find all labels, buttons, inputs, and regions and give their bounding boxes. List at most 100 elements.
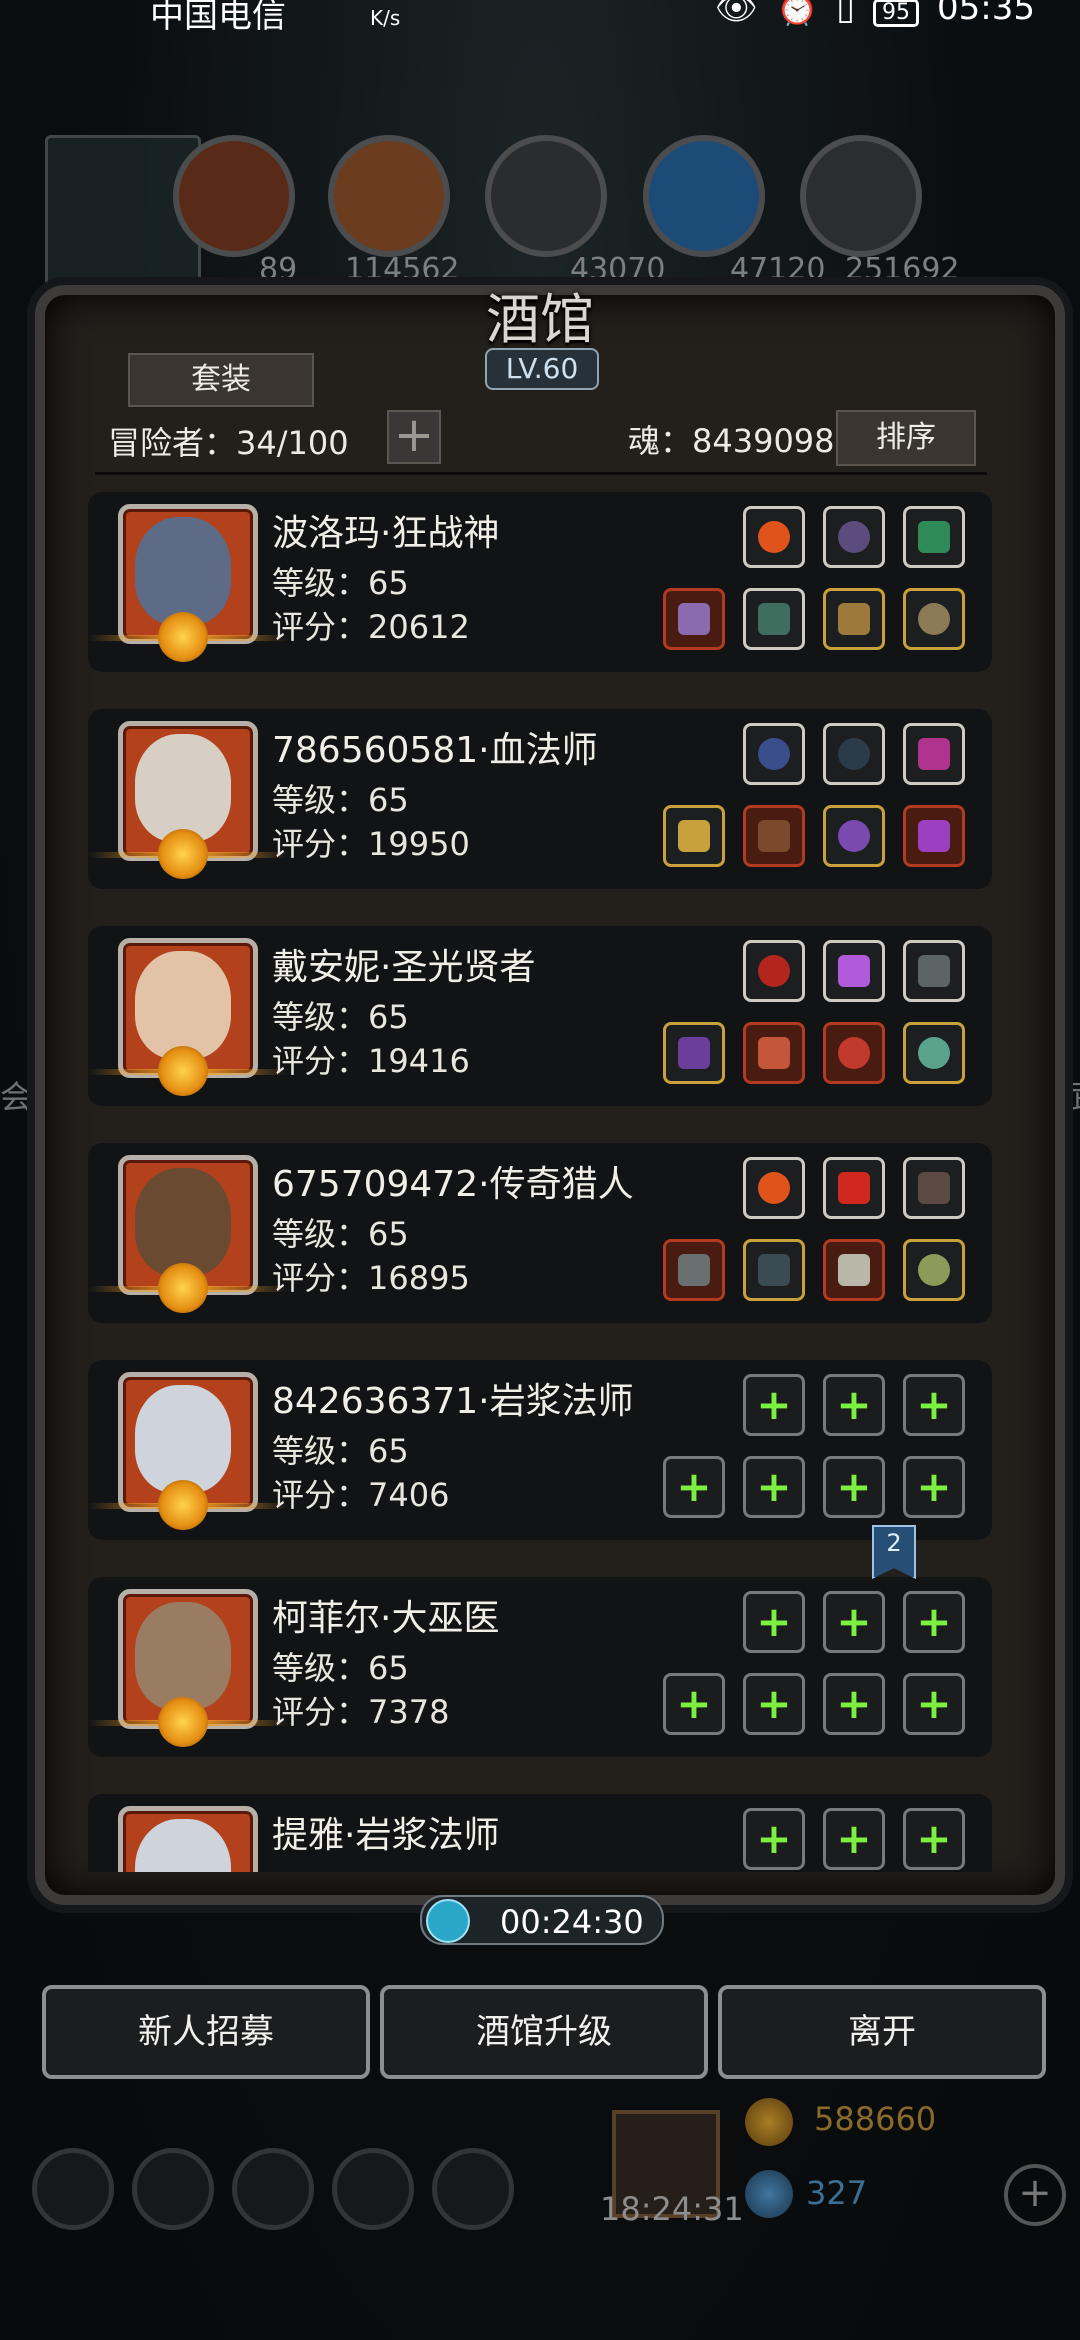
- blade-icon[interactable]: [903, 940, 965, 1002]
- pendant-icon[interactable]: [903, 805, 965, 867]
- status-right-group: 👁 ⏰ ▯ 95 05:35: [715, 0, 1035, 28]
- rank-medal-icon: [158, 1046, 208, 1096]
- upgrade-tavern-button[interactable]: 酒馆升级: [380, 1985, 708, 2079]
- empty-slot-plus-icon[interactable]: +: [663, 1673, 725, 1735]
- iron-icon: [800, 135, 922, 257]
- empty-slot-plus-icon[interactable]: +: [823, 1808, 885, 1870]
- rank-medal-icon: [158, 829, 208, 879]
- holy-armor-icon[interactable]: [743, 1022, 805, 1084]
- add-currency-button[interactable]: +: [1004, 2164, 1066, 2226]
- empty-slot-plus-icon[interactable]: +: [743, 1456, 805, 1518]
- empty-slot-plus-icon[interactable]: +: [903, 1808, 965, 1870]
- feather-icon[interactable]: [903, 1157, 965, 1219]
- rune-shadow-icon[interactable]: [823, 506, 885, 568]
- robe-icon[interactable]: [743, 805, 805, 867]
- clock: 05:35: [937, 0, 1035, 28]
- staff-icon[interactable]: [663, 805, 725, 867]
- mail-icon[interactable]: [332, 2148, 414, 2230]
- empty-slot-plus-icon[interactable]: +: [903, 1591, 965, 1653]
- rune-orb-icon[interactable]: [743, 723, 805, 785]
- suit-button[interactable]: 套装: [128, 353, 314, 407]
- hero-card[interactable]: 波洛玛·狂战神 等级：65 评分：20612: [88, 492, 992, 672]
- ring-icon[interactable]: [903, 588, 965, 650]
- hero-card[interactable]: 675709472·传奇猎人 等级：65 评分：16895: [88, 1143, 992, 1323]
- soul-count: 魂：8439098: [628, 422, 835, 460]
- hero-name: 波洛玛·狂战神: [272, 513, 500, 554]
- helmet-icon[interactable]: [823, 1239, 885, 1301]
- hero-level: 等级：65: [272, 1649, 409, 1687]
- empty-slot-plus-icon[interactable]: +: [823, 1456, 885, 1518]
- settings-icon[interactable]: [32, 2148, 114, 2230]
- hero-card[interactable]: 842636371·岩浆法师 等级：65 评分：7406 + + + + + +…: [88, 1360, 992, 1540]
- hero-level: 等级：65: [272, 781, 409, 819]
- rune-heart-icon[interactable]: [743, 940, 805, 1002]
- empty-slot-plus-icon[interactable]: +: [823, 1673, 885, 1735]
- empty-slot-plus-icon[interactable]: +: [743, 1808, 805, 1870]
- tavern-level-badge: LV.60: [485, 348, 599, 390]
- sort-button[interactable]: 排序: [836, 410, 976, 466]
- recruit-button[interactable]: 新人招募: [42, 1985, 370, 2079]
- empty-slot-plus-icon[interactable]: +: [743, 1374, 805, 1436]
- jade-ring-icon[interactable]: [903, 1022, 965, 1084]
- empty-slot-plus-icon[interactable]: +: [823, 1591, 885, 1653]
- rank-medal-icon: [158, 1697, 208, 1747]
- coral-icon[interactable]: [903, 723, 965, 785]
- hero-card[interactable]: 柯菲尔·大巫医 等级：65 评分：7378 + + + + + + +: [88, 1577, 992, 1757]
- weapon-axe-icon[interactable]: [663, 588, 725, 650]
- empty-slot-plus-icon[interactable]: +: [743, 1591, 805, 1653]
- alarm-icon: ⏰: [775, 0, 819, 28]
- hero-card[interactable]: 提雅·岩浆法师 + + +: [88, 1794, 992, 1872]
- rune-dragon-icon[interactable]: [903, 506, 965, 568]
- network-speed: K/s: [370, 6, 401, 30]
- empty-slot-plus-icon[interactable]: +: [743, 1673, 805, 1735]
- hero-score: 评分：7378: [272, 1693, 450, 1731]
- leather-icon: [173, 135, 295, 257]
- hero-name: 675709472·传奇猎人: [272, 1164, 634, 1205]
- refresh-timer: 00:24:30: [420, 1895, 664, 1945]
- battery-indicator: 95: [873, 0, 920, 27]
- vest-icon[interactable]: [743, 1239, 805, 1301]
- empty-slot-plus-icon[interactable]: +: [903, 1374, 965, 1436]
- gold-coin-icon: [745, 2098, 793, 2146]
- potion-icon[interactable]: [823, 1022, 885, 1084]
- rune-fire-icon[interactable]: [743, 1157, 805, 1219]
- bag-icon[interactable]: [232, 2148, 314, 2230]
- hero-card[interactable]: 786560581·血法师 等级：65 评分：19950: [88, 709, 992, 889]
- hero-level: 等级：65: [272, 998, 409, 1036]
- scepter-icon[interactable]: [663, 1022, 725, 1084]
- ruby-icon[interactable]: [823, 1157, 885, 1219]
- gift-timer: 18:24:31: [600, 2190, 744, 2228]
- hero-level: 等级：65: [272, 564, 409, 602]
- amethyst-icon[interactable]: [823, 940, 885, 1002]
- add-capacity-button[interactable]: +: [387, 410, 441, 464]
- leave-button[interactable]: 离开: [718, 1985, 1046, 2079]
- left-hint: 会: [0, 1078, 33, 1116]
- rifle-icon[interactable]: [663, 1239, 725, 1301]
- guild-icon[interactable]: [432, 2148, 514, 2230]
- empty-slot-plus-icon[interactable]: +: [903, 1673, 965, 1735]
- hero-name: 842636371·岩浆法师: [272, 1381, 634, 1422]
- necklace-icon[interactable]: [823, 723, 885, 785]
- rank-medal-icon: [158, 1263, 208, 1313]
- armor-icon[interactable]: [743, 588, 805, 650]
- eye-amulet-icon[interactable]: [823, 805, 885, 867]
- hero-list[interactable]: 波洛玛·狂战神 等级：65 评分：20612 786560581·血法师 等级：…: [88, 492, 992, 1872]
- hero-card[interactable]: 戴安妮·圣光贤者 等级：65 评分：19416: [88, 926, 992, 1106]
- rune-fire-icon[interactable]: [743, 506, 805, 568]
- hero-name: 柯菲尔·大巫医: [272, 1598, 500, 1639]
- divider: [95, 472, 987, 475]
- gloves-icon[interactable]: [823, 588, 885, 650]
- hero-name: 戴安妮·圣光贤者: [272, 947, 536, 988]
- hero-name: 提雅·岩浆法师: [272, 1815, 500, 1856]
- menu-icon[interactable]: [132, 2148, 214, 2230]
- empty-slot-plus-icon[interactable]: +: [823, 1374, 885, 1436]
- gem-icon: [745, 2170, 793, 2218]
- empty-slot-plus-icon[interactable]: +: [663, 1456, 725, 1518]
- empty-slot-plus-icon[interactable]: +: [903, 1456, 965, 1518]
- hero-score: 评分：7406: [272, 1476, 450, 1514]
- emblem-icon[interactable]: [903, 1239, 965, 1301]
- gem-amount: 327: [806, 2174, 868, 2212]
- panel-title: 酒馆: [486, 288, 594, 351]
- ore-icon: [485, 135, 607, 257]
- gold-amount: 588660: [814, 2100, 937, 2138]
